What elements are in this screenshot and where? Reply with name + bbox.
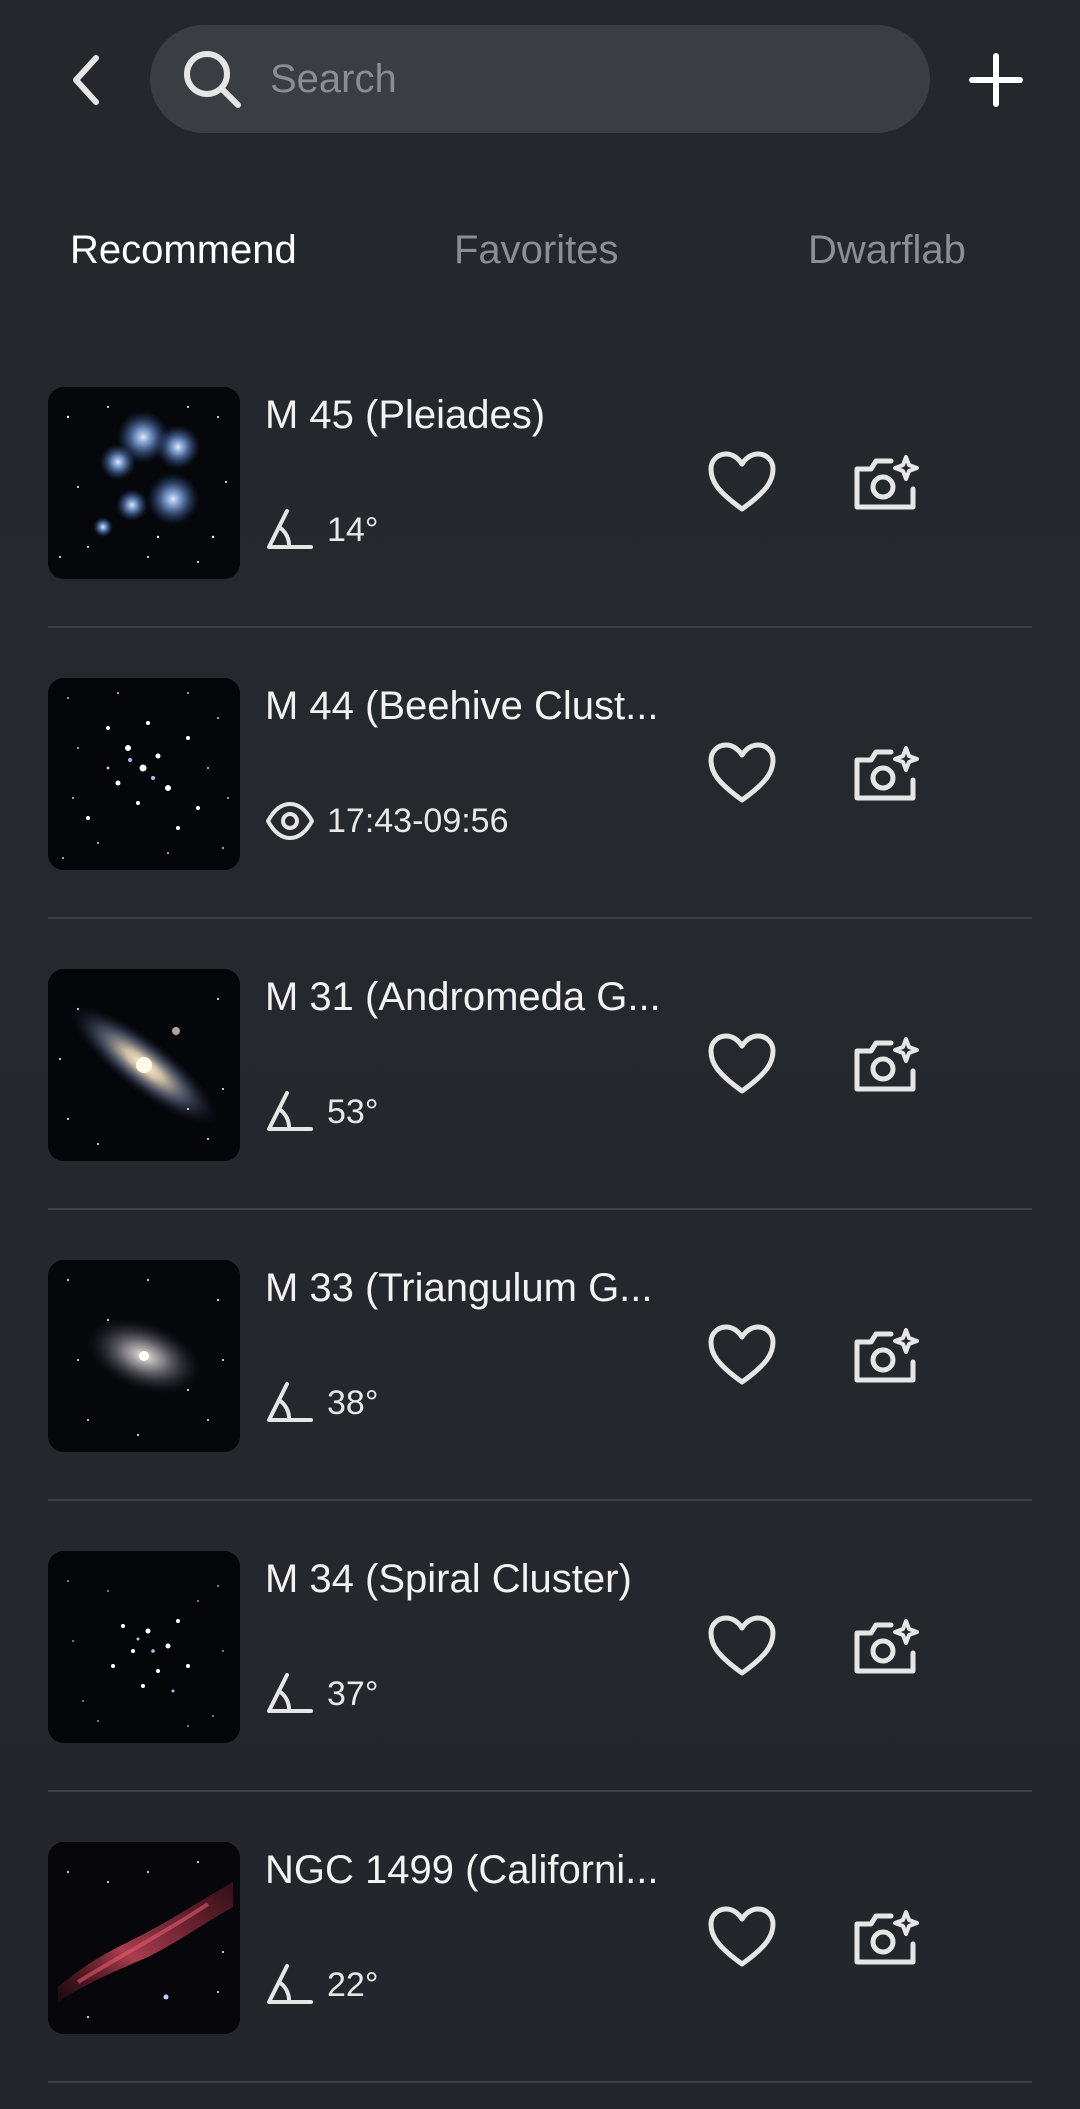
target-altitude: 37° [327, 1674, 379, 1713]
search-bar[interactable] [150, 24, 930, 134]
target-title: M 34 (Spiral Cluster) [265, 1557, 632, 1601]
favorite-button[interactable] [704, 1318, 780, 1394]
altitude-angle-icon [265, 505, 315, 555]
heart-icon [708, 1615, 776, 1676]
tab-favorites[interactable]: Favorites [454, 228, 619, 273]
altitude-angle-icon [265, 1087, 315, 1137]
target-thumbnail [48, 1551, 240, 1743]
target-meta: 14° [265, 505, 378, 555]
target-title: M 45 (Pleiades) [265, 393, 546, 437]
target-altitude: 53° [327, 1092, 379, 1131]
heart-icon [708, 1324, 776, 1385]
list-item[interactable]: M 34 (Spiral Cluster) 37° [48, 1501, 1032, 1792]
list-item[interactable]: M 45 (Pleiades) 14° [48, 337, 1032, 628]
target-meta: 53° [265, 1087, 378, 1137]
target-title: M 31 (Andromeda G... [265, 975, 661, 1019]
add-button[interactable] [960, 40, 1032, 120]
altitude-angle-icon [265, 1378, 315, 1428]
chevron-left-icon [73, 55, 99, 105]
heart-icon [708, 451, 776, 512]
tab-bar: Recommend Favorites Dwarflab [0, 210, 1080, 300]
tab-dwarflab[interactable]: Dwarflab [808, 228, 966, 273]
target-thumbnail [48, 1260, 240, 1452]
shoot-button[interactable] [848, 1318, 924, 1394]
list-item[interactable]: M 44 (Beehive Clust... 17:43-09:56 [48, 628, 1032, 919]
favorite-button[interactable] [704, 1027, 780, 1103]
shoot-button[interactable] [848, 1900, 924, 1976]
altitude-angle-icon [265, 1960, 315, 2010]
search-icon [180, 47, 244, 111]
target-title: M 44 (Beehive Clust... [265, 684, 659, 728]
target-title: M 33 (Triangulum G... [265, 1266, 653, 1310]
target-altitude: 14° [327, 510, 379, 549]
target-meta: 37° [265, 1669, 378, 1719]
target-thumbnail [48, 678, 240, 870]
target-altitude: 22° [327, 1965, 379, 2004]
target-meta: 22° [265, 1960, 378, 2010]
search-input[interactable] [268, 24, 930, 134]
target-thumbnail [48, 387, 240, 579]
camera-sparkle-icon [854, 1328, 919, 1383]
back-button[interactable] [50, 40, 122, 120]
favorite-button[interactable] [704, 1609, 780, 1685]
camera-sparkle-icon [854, 1619, 919, 1674]
favorite-button[interactable] [704, 445, 780, 521]
target-list: M 45 (Pleiades) 14° M 44 (Beehive Clust.… [48, 337, 1032, 2083]
list-item[interactable]: M 31 (Andromeda G... 53° [48, 919, 1032, 1210]
target-thumbnail [48, 1842, 240, 2034]
shoot-button[interactable] [848, 736, 924, 812]
camera-sparkle-icon [854, 1037, 919, 1092]
camera-sparkle-icon [854, 1910, 919, 1965]
list-item[interactable]: M 33 (Triangulum G... 38° [48, 1210, 1032, 1501]
tab-recommend[interactable]: Recommend [70, 228, 297, 273]
camera-sparkle-icon [854, 746, 919, 801]
favorite-button[interactable] [704, 1900, 780, 1976]
shoot-button[interactable] [848, 1609, 924, 1685]
heart-icon [708, 1033, 776, 1094]
target-altitude: 38° [327, 1383, 379, 1422]
shoot-button[interactable] [848, 1027, 924, 1103]
camera-sparkle-icon [854, 455, 919, 510]
visibility-eye-icon [265, 796, 315, 846]
heart-icon [708, 1906, 776, 1967]
list-item[interactable]: NGC 1499 (Californi... 22° [48, 1792, 1032, 2083]
favorite-button[interactable] [704, 736, 780, 812]
target-meta: 38° [265, 1378, 378, 1428]
target-visible-time: 17:43-09:56 [327, 801, 509, 840]
shoot-button[interactable] [848, 445, 924, 521]
top-bar [0, 0, 1080, 160]
altitude-angle-icon [265, 1669, 315, 1719]
target-title: NGC 1499 (Californi... [265, 1848, 659, 1892]
plus-icon [969, 53, 1023, 107]
heart-icon [708, 742, 776, 803]
target-meta: 17:43-09:56 [265, 796, 509, 846]
target-thumbnail [48, 969, 240, 1161]
